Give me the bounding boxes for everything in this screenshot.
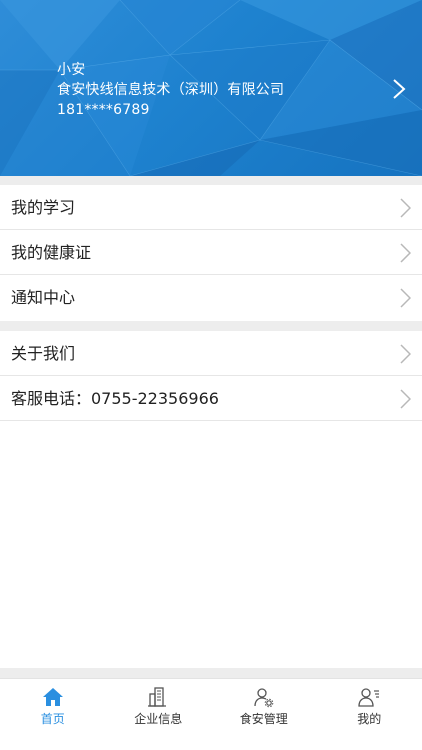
bottom-safe-area (0, 730, 422, 750)
menu-item-customer-service-phone[interactable]: 客服电话：0755-22356966 (0, 376, 422, 421)
user-gear-icon (254, 688, 274, 708)
profile-info: 小安 食安快线信息技术（深圳）有限公司 181****6789 (57, 60, 284, 120)
menu-item-label: 客服电话：0755-22356966 (11, 389, 219, 408)
chevron-right-icon (400, 389, 411, 409)
menu-group-primary: 我的学习 我的健康证 通知中心 (0, 185, 422, 320)
profile-page: 小安 食安快线信息技术（深圳）有限公司 181****6789 我的学习 我的健… (0, 0, 422, 750)
section-divider (0, 321, 422, 331)
tab-label: 食安管理 (239, 712, 288, 726)
chevron-right-icon (400, 344, 411, 364)
tab-company-info[interactable]: 企业信息 (106, 679, 212, 730)
building-icon (148, 687, 167, 707)
chevron-right-icon (400, 198, 411, 218)
menu-item-about-us[interactable]: 关于我们 (0, 331, 422, 376)
phone-number: 181****6789 (57, 102, 150, 118)
company-name: 食安快线信息技术（深圳）有限公司 (57, 82, 285, 98)
chevron-right-icon[interactable] (392, 78, 406, 100)
menu-item-label: 关于我们 (11, 344, 76, 363)
tab-label: 我的 (357, 712, 382, 726)
menu-item-label: 我的健康证 (11, 243, 92, 262)
user-list-icon (358, 688, 380, 707)
tabbar-top-divider (0, 668, 422, 678)
chevron-right-icon (400, 288, 411, 308)
tab-mine[interactable]: 我的 (317, 679, 422, 730)
tab-home[interactable]: 首页 (0, 679, 106, 730)
profile-header[interactable]: 小安 食安快线信息技术（深圳）有限公司 181****6789 (0, 0, 422, 176)
tab-food-safety-management[interactable]: 食安管理 (211, 679, 317, 730)
menu-item-my-study[interactable]: 我的学习 (0, 185, 422, 230)
tab-label: 首页 (40, 712, 65, 726)
chevron-right-icon (400, 243, 411, 263)
tab-label: 企业信息 (134, 712, 183, 726)
menu-group-secondary: 关于我们 客服电话：0755-22356966 (0, 331, 422, 421)
user-name: 小安 (57, 62, 86, 78)
menu-item-label: 通知中心 (11, 288, 76, 307)
menu-item-health-certificate[interactable]: 我的健康证 (0, 230, 422, 275)
bottom-tab-bar: 首页 企业信息 食安管理 我的 (0, 678, 422, 730)
home-icon (42, 688, 63, 706)
menu-item-notification-center[interactable]: 通知中心 (0, 275, 422, 320)
section-divider (0, 176, 422, 185)
menu-item-label: 我的学习 (11, 198, 76, 217)
